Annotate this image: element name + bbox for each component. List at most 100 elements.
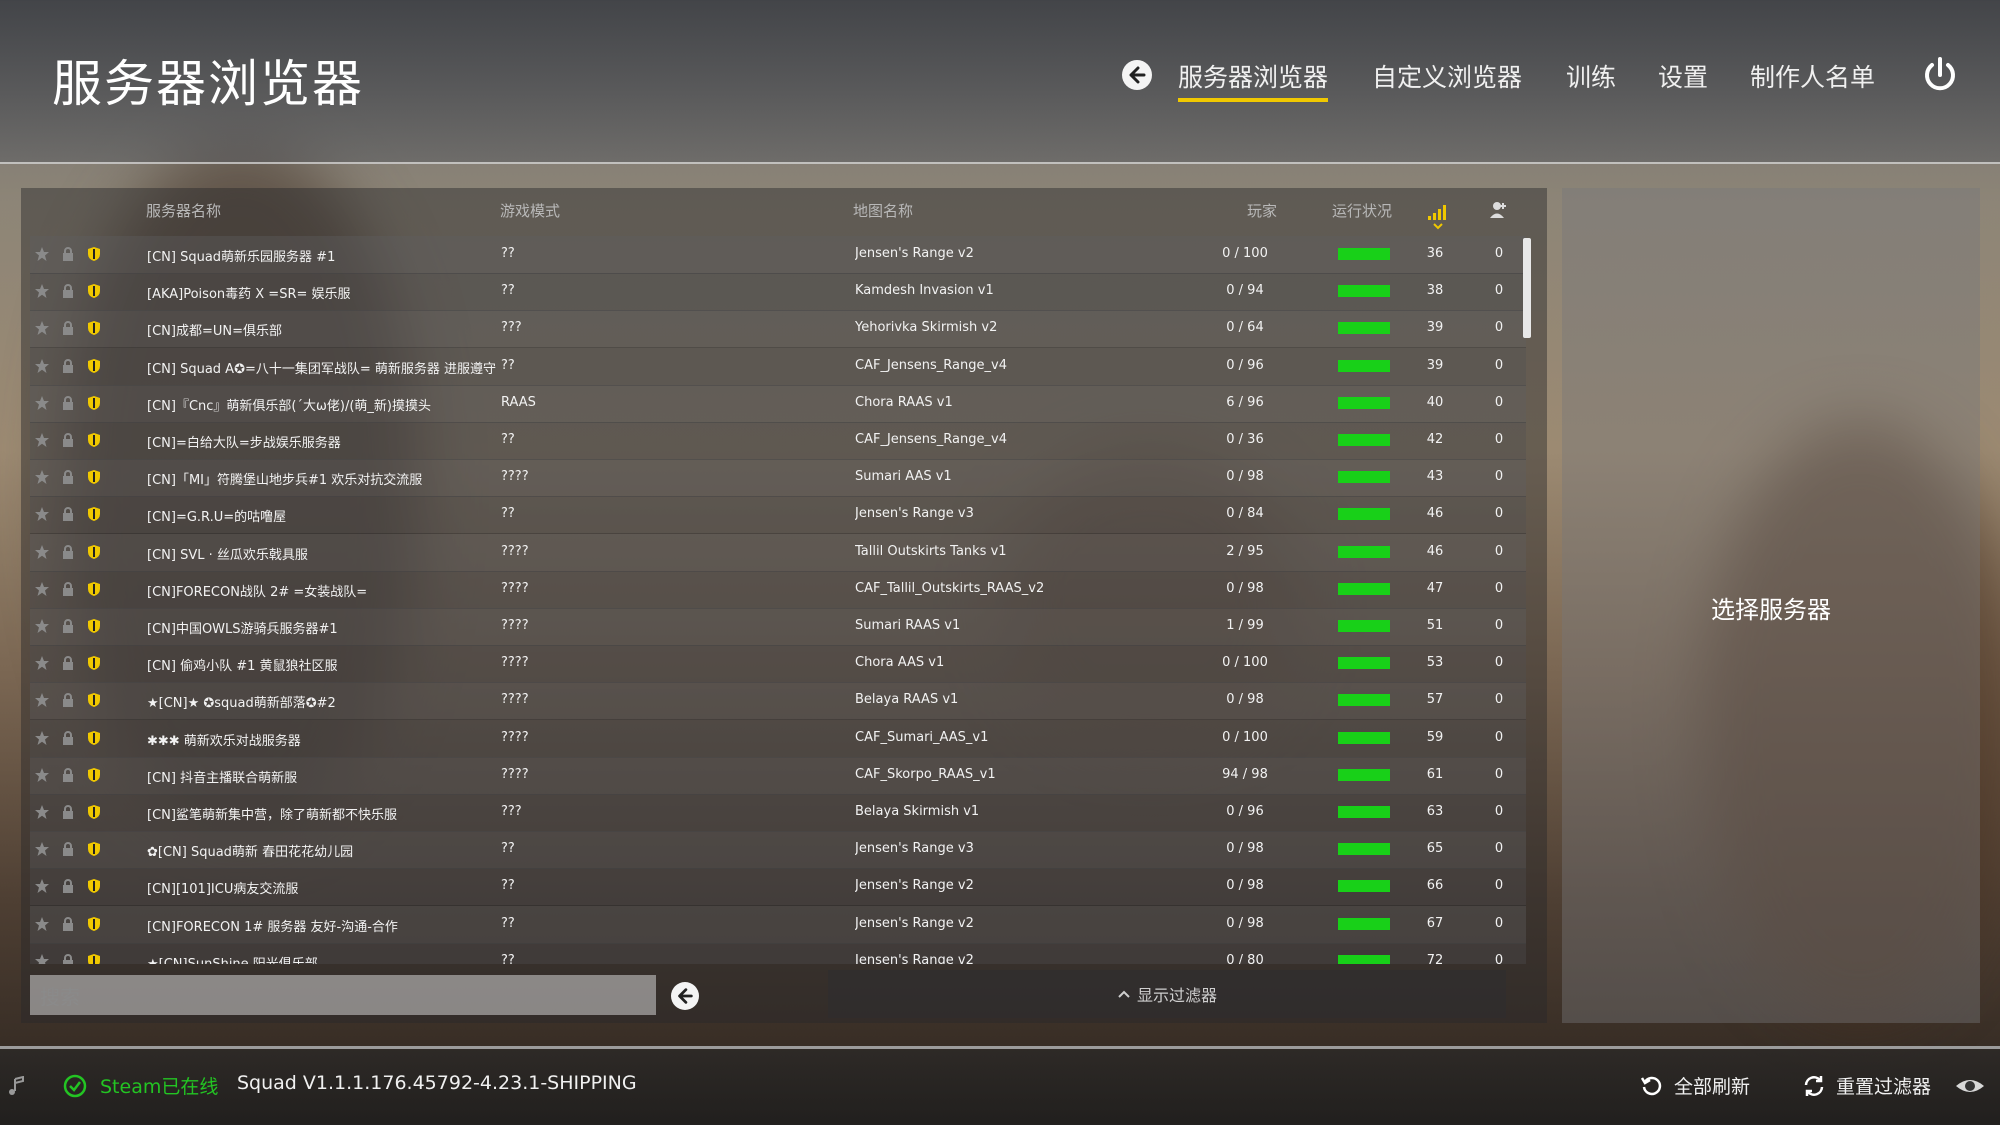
shield-icon <box>88 805 100 819</box>
ping-value: 72 <box>1426 952 1444 964</box>
server-row[interactable]: [CN]鲨笔萌新集中营，除了萌新都不快乐服 ??? Belaya Skirmis… <box>30 794 1526 832</box>
server-row[interactable]: ★[CN]SunShine 阳光俱乐部 ?? Jensen's Range v2… <box>30 942 1526 964</box>
lock-icon <box>63 470 73 485</box>
server-row[interactable]: ✱✱✱ 萌新欢乐对战服务器 ???? CAF_Sumari_AAS_v1 0 /… <box>30 719 1526 758</box>
server-row[interactable]: [CN]=白给大队=步战娱乐服务器 ?? CAF_Jensens_Range_v… <box>30 422 1526 460</box>
server-row[interactable]: [AKA]Poison毒药 X =SR= 娱乐服 ?? Kamdesh Inva… <box>30 273 1526 312</box>
shield-icon <box>88 916 100 931</box>
search-back-button[interactable] <box>671 982 699 1010</box>
ping-value: 46 <box>1426 506 1444 522</box>
favorite-star-icon[interactable] <box>34 841 50 857</box>
power-button[interactable] <box>1920 55 1960 95</box>
server-row[interactable]: [CN] 抖音主播联合萌新服 ???? CAF_Skorpo_RAAS_v1 9… <box>30 756 1526 795</box>
server-row[interactable]: [CN]FORECON战队 2# =女装战队= ???? CAF_Tallil_… <box>30 570 1526 609</box>
lock-icon <box>63 656 73 671</box>
server-row[interactable]: [CN]成都=UN=俱乐部 ??? Yehorivka Skirmish v2 … <box>30 310 1526 349</box>
map-name: CAF_Sumari_AAS_v1 <box>855 729 989 745</box>
favorite-star-icon[interactable] <box>34 878 50 894</box>
server-row[interactable]: ★[CN]★ ✪squad萌新部落✪#2 ???? Belaya RAAS v1… <box>30 682 1526 721</box>
server-row[interactable]: [CN]FORECON 1# 服务器 友好-沟通-合作 ?? Jensen's … <box>30 905 1526 944</box>
reset-filters-button[interactable]: 重置过滤器 <box>1802 1072 1931 1099</box>
column-header-mode[interactable]: 游戏模式 <box>500 200 560 221</box>
refresh-all-button[interactable]: 全部刷新 <box>1640 1072 1750 1099</box>
server-name: [CN]=白给大队=步战娱乐服务器 <box>147 436 341 451</box>
column-header-friends[interactable] <box>1489 200 1509 220</box>
server-row[interactable]: [CN]『Cnc』萌新俱乐部(´大ω佬)/(萌_新)摸摸头 RAAS Chora… <box>30 384 1526 423</box>
favorite-star-icon[interactable] <box>34 730 50 746</box>
shield-icon <box>88 619 100 633</box>
server-row[interactable]: [CN]「MI」符腾堡山地步兵#1 欢乐对抗交流服 ???? Sumari AA… <box>30 459 1526 498</box>
favorite-star-icon[interactable] <box>34 692 50 708</box>
visibility-toggle[interactable] <box>1954 1074 1986 1098</box>
friends-count: 0 <box>1494 506 1504 522</box>
map-name: Chora AAS v1 <box>855 655 945 671</box>
map-name: Sumari RAAS v1 <box>855 618 961 633</box>
search-input[interactable]: 搜索 <box>30 975 656 1015</box>
steam-online-icon <box>63 1074 87 1098</box>
map-name: Jensen's Range v2 <box>855 915 974 931</box>
shield-icon <box>88 507 100 522</box>
tab-custom-browser[interactable]: 自定义浏览器 <box>1372 58 1522 94</box>
favorite-star-icon[interactable] <box>34 246 50 262</box>
favorite-star-icon[interactable] <box>34 618 50 634</box>
tab-training[interactable]: 训练 <box>1566 58 1616 94</box>
player-count: 2 / 95 <box>1226 543 1264 559</box>
server-row[interactable]: [CN]=G.R.U=的咕噜屋 ?? Jensen's Range v3 0 /… <box>30 496 1526 535</box>
column-header-status[interactable]: 运行状况 <box>1332 200 1392 221</box>
favorite-star-icon[interactable] <box>34 320 50 336</box>
game-mode: ???? <box>501 543 529 559</box>
favorite-star-icon[interactable] <box>34 469 50 485</box>
tab-server-browser[interactable]: 服务器浏览器 <box>1178 58 1329 102</box>
server-row[interactable]: [CN] 偷鸡小队 #1 黄鼠狼社区服 ???? Chora AAS v1 0 … <box>30 645 1526 684</box>
friends-count: 0 <box>1494 543 1504 559</box>
column-header-players[interactable]: 玩家 <box>1247 200 1277 221</box>
music-button[interactable] <box>6 1075 28 1098</box>
server-row[interactable]: ✿[CN] Squad萌新 春田花花幼儿园 ?? Jensen's Range … <box>30 831 1526 870</box>
friends-count: 0 <box>1494 320 1504 336</box>
select-server-prompt: 选择服务器 <box>1711 596 1831 624</box>
column-header-name[interactable]: 服务器名称 <box>146 200 221 221</box>
show-filters-button[interactable]: 显示过滤器 <box>828 970 1506 1018</box>
favorite-star-icon[interactable] <box>34 581 50 597</box>
favorite-star-icon[interactable] <box>34 395 50 411</box>
server-row[interactable]: [CN]中国OWLS游骑兵服务器#1 ???? Sumari RAAS v1 1… <box>30 608 1526 646</box>
status-bar <box>1338 396 1390 409</box>
map-name: Yehorivka Skirmish v2 <box>855 320 998 336</box>
favorite-star-icon[interactable] <box>34 767 50 783</box>
server-row[interactable]: [CN][101]ICU病友交流服 ?? Jensen's Range v2 0… <box>30 868 1526 907</box>
tab-credits[interactable]: 制作人名单 <box>1750 58 1875 94</box>
map-name: Jensen's Range v3 <box>855 506 974 522</box>
server-list[interactable]: [CN] Squad萌新乐园服务器 #1 ?? Jensen's Range v… <box>30 236 1526 964</box>
favorite-star-icon[interactable] <box>34 506 50 522</box>
shield-icon <box>88 544 100 559</box>
column-header-ping[interactable] <box>1427 200 1449 230</box>
lock-icon <box>63 433 73 447</box>
list-scrollbar[interactable] <box>1523 238 1531 338</box>
server-name: [CN]成都=UN=俱乐部 <box>147 324 282 340</box>
refresh-icon <box>1640 1076 1662 1096</box>
lock-icon <box>63 953 73 964</box>
server-row[interactable]: [CN] Squad A✪=八十一集团军战队= 萌新服务器 进服遵守 ?? CA… <box>30 347 1526 386</box>
favorite-star-icon[interactable] <box>34 358 50 374</box>
favorite-star-icon[interactable] <box>34 544 50 560</box>
friends-count: 0 <box>1494 878 1504 894</box>
favorite-star-icon[interactable] <box>34 432 50 448</box>
favorite-star-icon[interactable] <box>34 804 50 820</box>
friends-count: 0 <box>1494 692 1504 708</box>
favorite-star-icon[interactable] <box>34 916 50 932</box>
favorite-star-icon[interactable] <box>34 655 50 671</box>
server-row[interactable]: [CN] SVL · 丝瓜欢乐戟具服 ???? Tallil Outskirts… <box>30 533 1526 572</box>
server-row[interactable]: [CN] Squad萌新乐园服务器 #1 ?? Jensen's Range v… <box>30 236 1526 274</box>
reset-icon <box>1804 1076 1824 1096</box>
column-header-map[interactable]: 地图名称 <box>853 200 913 221</box>
ping-value: 63 <box>1426 804 1444 819</box>
lock-icon <box>63 247 73 261</box>
map-name: Jensen's Range v2 <box>855 952 974 964</box>
favorite-star-icon[interactable] <box>34 283 50 299</box>
tab-settings[interactable]: 设置 <box>1658 58 1708 94</box>
game-mode: ???? <box>501 618 529 633</box>
map-name: Jensen's Range v3 <box>855 841 974 857</box>
map-name: Sumari AAS v1 <box>855 469 952 485</box>
back-button[interactable] <box>1122 60 1152 90</box>
favorite-star-icon[interactable] <box>34 953 50 964</box>
